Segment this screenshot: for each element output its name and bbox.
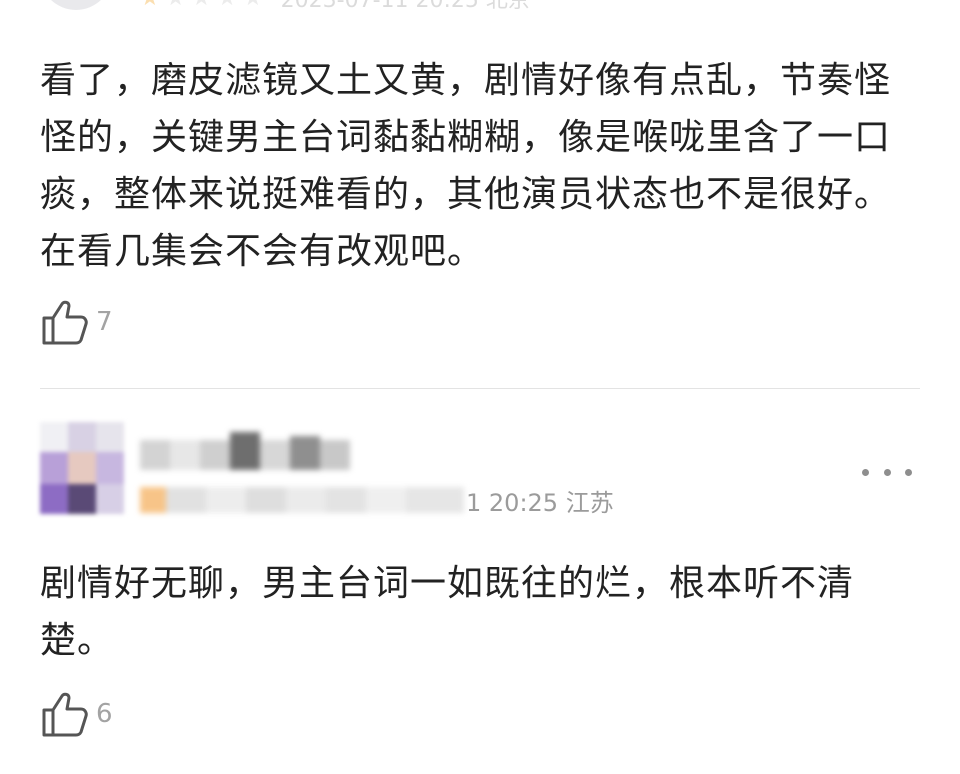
- star-empty-icon: ★: [217, 0, 237, 11]
- comment-text: 看了，磨皮滤镜又土又黄，剧情好像有点乱，节奏怪怪的，关键男主台词黏黏糊糊，像是喉…: [40, 60, 892, 272]
- like-count: 6: [96, 699, 113, 729]
- username-redacted[interactable]: [140, 432, 350, 476]
- avatar[interactable]: [40, 0, 112, 10]
- star-empty-icon: ★: [166, 0, 186, 11]
- comment-text: 剧情好无聊，男主台词一如既往的烂，根本听不清楚。: [40, 563, 855, 661]
- divider: [40, 388, 920, 389]
- star-empty-icon: ★: [243, 0, 263, 11]
- comment-meta: 1 20:25 江苏: [140, 482, 614, 518]
- rating-stars: ★ ★ ★ ★ ★: [140, 0, 263, 11]
- like-button[interactable]: 7: [40, 296, 113, 348]
- dot-icon: [905, 468, 912, 476]
- more-options-button[interactable]: [862, 458, 912, 486]
- like-button[interactable]: 6: [40, 688, 113, 740]
- star-empty-icon: ★: [191, 0, 211, 11]
- comment-timestamp: 2023-07-11 20:25 北京: [280, 0, 530, 13]
- thumbs-up-icon: [42, 300, 88, 345]
- star-full-icon: ★: [140, 0, 160, 11]
- comment-timestamp: 1 20:25 江苏: [466, 488, 614, 517]
- dot-icon: [862, 468, 869, 476]
- dot-icon: [883, 468, 891, 476]
- rating-redacted: [140, 485, 464, 515]
- avatar[interactable]: [40, 422, 124, 514]
- comment-meta: ★ ★ ★ ★ ★ 2023-07-11 20:25 北京: [140, 0, 530, 14]
- like-count: 7: [96, 307, 113, 337]
- thumbs-up-icon: [42, 692, 88, 737]
